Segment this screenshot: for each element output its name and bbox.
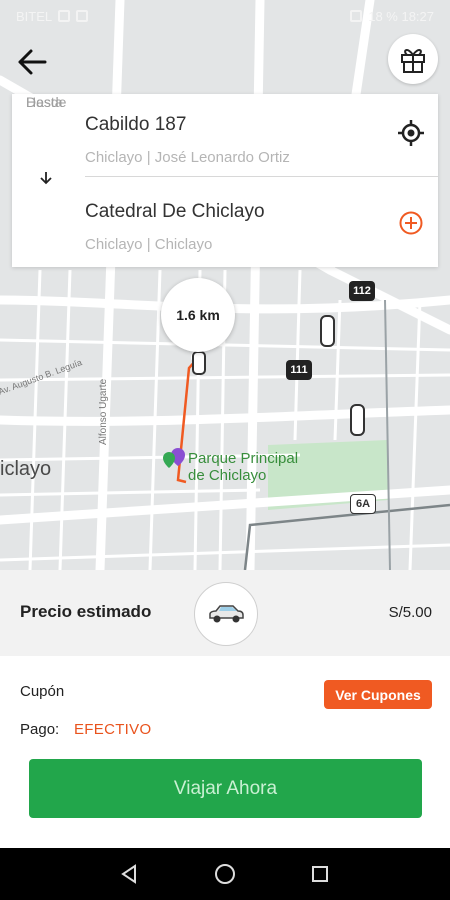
destination-subtitle: Chiclayo | Chiclayo — [85, 236, 213, 253]
destination-row[interactable]: Catedral De Chiclayo Chiclayo | Chiclayo — [12, 180, 438, 264]
square-recents-icon — [312, 866, 328, 882]
gift-button[interactable] — [388, 34, 438, 84]
arrow-left-icon — [18, 49, 47, 75]
price-value: S/5.00 — [388, 604, 432, 621]
nav-recents-button[interactable] — [308, 862, 332, 886]
bottom-panel: Cupón Ver Cupones Pago: EFECTIVO Viajar … — [0, 656, 450, 848]
android-nav-bar — [0, 848, 450, 900]
park-label-line2: de Chiclayo — [188, 467, 267, 484]
distance-bubble: 1.6 km — [161, 278, 235, 352]
map-view[interactable]: iclayo Parque Principal de Chiclayo Alfo… — [0, 0, 450, 570]
road-shield-111: 111 — [286, 360, 312, 380]
crosshair-icon — [398, 120, 424, 146]
origin-subtitle: Chiclayo | José Leonardo Ortiz — [85, 149, 290, 166]
circle-home-icon — [215, 864, 235, 884]
map-city-label: iclayo — [0, 458, 52, 480]
road-shield-6a: 6A — [350, 494, 376, 514]
route-divider — [85, 176, 438, 177]
battery-time: 18 % 18:27 — [368, 8, 434, 24]
status-bar: BITEL 18 % 18:27 — [0, 0, 450, 32]
map-park-label: Parque Principal de Chiclayo — [188, 450, 298, 484]
triangle-back-icon — [121, 864, 136, 884]
view-coupons-button[interactable]: Ver Cupones — [324, 680, 432, 709]
to-label: Hasta — [26, 94, 63, 110]
nav-home-button[interactable] — [213, 862, 237, 886]
plus-circle-icon — [399, 211, 423, 235]
payment-label: Pago: — [20, 721, 60, 738]
map-street-label: Alfonso Ugarte — [98, 378, 109, 445]
payment-method[interactable]: EFECTIVO — [74, 721, 151, 738]
origin-row[interactable]: Cabildo 187 Chiclayo | José Leonardo Ort… — [12, 94, 438, 178]
vehicle-selector[interactable] — [194, 582, 258, 646]
locate-button[interactable] — [396, 118, 426, 148]
park-label-line1: Parque Principal — [188, 450, 299, 467]
car-icon — [209, 605, 244, 623]
alarm-icon — [350, 10, 363, 22]
road-shield-112: 112 — [349, 281, 375, 301]
coupon-label: Cupón — [20, 683, 65, 700]
nav-back-button[interactable] — [117, 862, 141, 886]
travel-now-button[interactable]: Viajar Ahora — [29, 759, 422, 818]
gift-icon — [401, 49, 425, 73]
back-button[interactable] — [12, 42, 52, 82]
destination-title: Catedral De Chiclayo — [85, 201, 265, 222]
price-label: Precio estimado — [20, 602, 152, 621]
notification-icon — [76, 10, 89, 22]
add-stop-button[interactable] — [397, 209, 425, 237]
origin-title: Cabildo 187 — [85, 114, 187, 135]
route-card: Cabildo 187 Chiclayo | José Leonardo Ort… — [12, 94, 438, 267]
carrier-label: BITEL — [16, 8, 53, 24]
price-bar: Precio estimado S/5.00 — [0, 570, 450, 656]
signal-icon — [58, 10, 71, 22]
